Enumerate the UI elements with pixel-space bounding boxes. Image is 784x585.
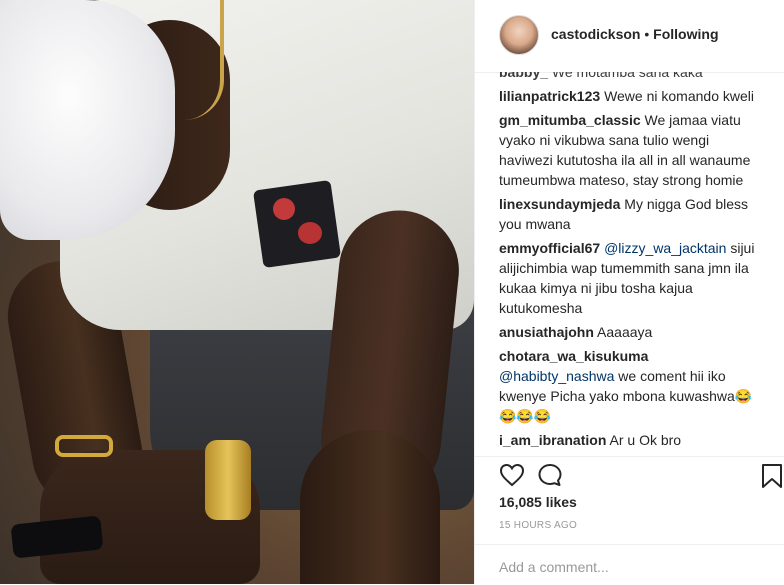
photo-leg	[300, 430, 440, 584]
post-header: castodickson • Following	[475, 0, 784, 73]
post-timestamp[interactable]: 15 HOURS AGO	[499, 520, 577, 531]
comments-scroll: babby_ We motamba sana kaka lilianpatric…	[475, 72, 784, 456]
action-bar	[475, 456, 784, 493]
photo-chain	[170, 0, 224, 120]
comment-username[interactable]: chotara_wa_kisukuma	[499, 348, 648, 364]
comment-item: linexsundaymjeda My nigga God bless you …	[475, 194, 784, 234]
comment-username[interactable]: lilianpatrick123	[499, 88, 600, 104]
comment-text: Wewe ni komando kweli	[604, 88, 754, 104]
heart-icon[interactable]	[499, 463, 525, 487]
add-comment-bar: Add a comment...	[475, 544, 784, 585]
comment-item: anusiathajohn Aaaaaya	[475, 322, 784, 342]
photo-watch	[205, 440, 251, 520]
partial-comment: babby_ We motamba sana kaka	[475, 72, 784, 82]
comment-item: emmyofficial67 @lizzy_wa_jacktain sijui …	[475, 238, 784, 318]
comment-icon[interactable]	[537, 463, 563, 487]
comment-username[interactable]: gm_mitumba_classic	[499, 112, 641, 128]
comment-item: chotara_wa_kisukuma @habibty_nashwa we c…	[475, 346, 784, 426]
photo-rose-print	[298, 222, 322, 244]
comment-item: lilianpatrick123 Wewe ni komando kweli	[475, 86, 784, 106]
comment-text: Aaaaaya	[597, 324, 653, 340]
bookmark-icon[interactable]	[761, 463, 783, 489]
following-button[interactable]: Following	[653, 26, 718, 42]
header-separator: •	[640, 26, 654, 42]
comment-username[interactable]: emmyofficial67	[499, 240, 600, 256]
photo-shirt-pocket	[252, 179, 342, 269]
avatar[interactable]	[499, 15, 539, 55]
photo-bracelet	[55, 435, 113, 457]
comment-username[interactable]: babby_	[499, 72, 548, 80]
comment-mention[interactable]: @habibty_nashwa	[499, 368, 614, 384]
comment-text: Ar u Ok bro	[609, 432, 682, 448]
comments-list[interactable]: babby_ We motamba sana kaka lilianpatric…	[475, 72, 784, 456]
instagram-post: castodickson • Following babby_ We motam…	[0, 0, 784, 584]
comment-username[interactable]: i_am_ibranation	[499, 432, 606, 448]
post-photo[interactable]	[0, 0, 474, 584]
author-username[interactable]: castodickson	[551, 26, 640, 42]
comment-text: We motamba sana kaka	[551, 72, 703, 80]
comment-username[interactable]: linexsundaymjeda	[499, 196, 620, 212]
comment-mention[interactable]: @lizzy_wa_jacktain	[604, 240, 726, 256]
comment-item: gm_mitumba_classic We jamaa viatu vyako …	[475, 110, 784, 190]
add-comment-input[interactable]: Add a comment...	[499, 559, 609, 575]
comment-item: i_am_ibranation Ar u Ok bro	[475, 430, 784, 450]
comment-username[interactable]: anusiathajohn	[499, 324, 594, 340]
post-author: castodickson • Following	[551, 26, 719, 42]
photo-rose-print	[273, 198, 295, 220]
post-side-panel: castodickson • Following babby_ We motam…	[474, 0, 784, 584]
likes-count[interactable]: 16,085 likes	[499, 494, 577, 510]
